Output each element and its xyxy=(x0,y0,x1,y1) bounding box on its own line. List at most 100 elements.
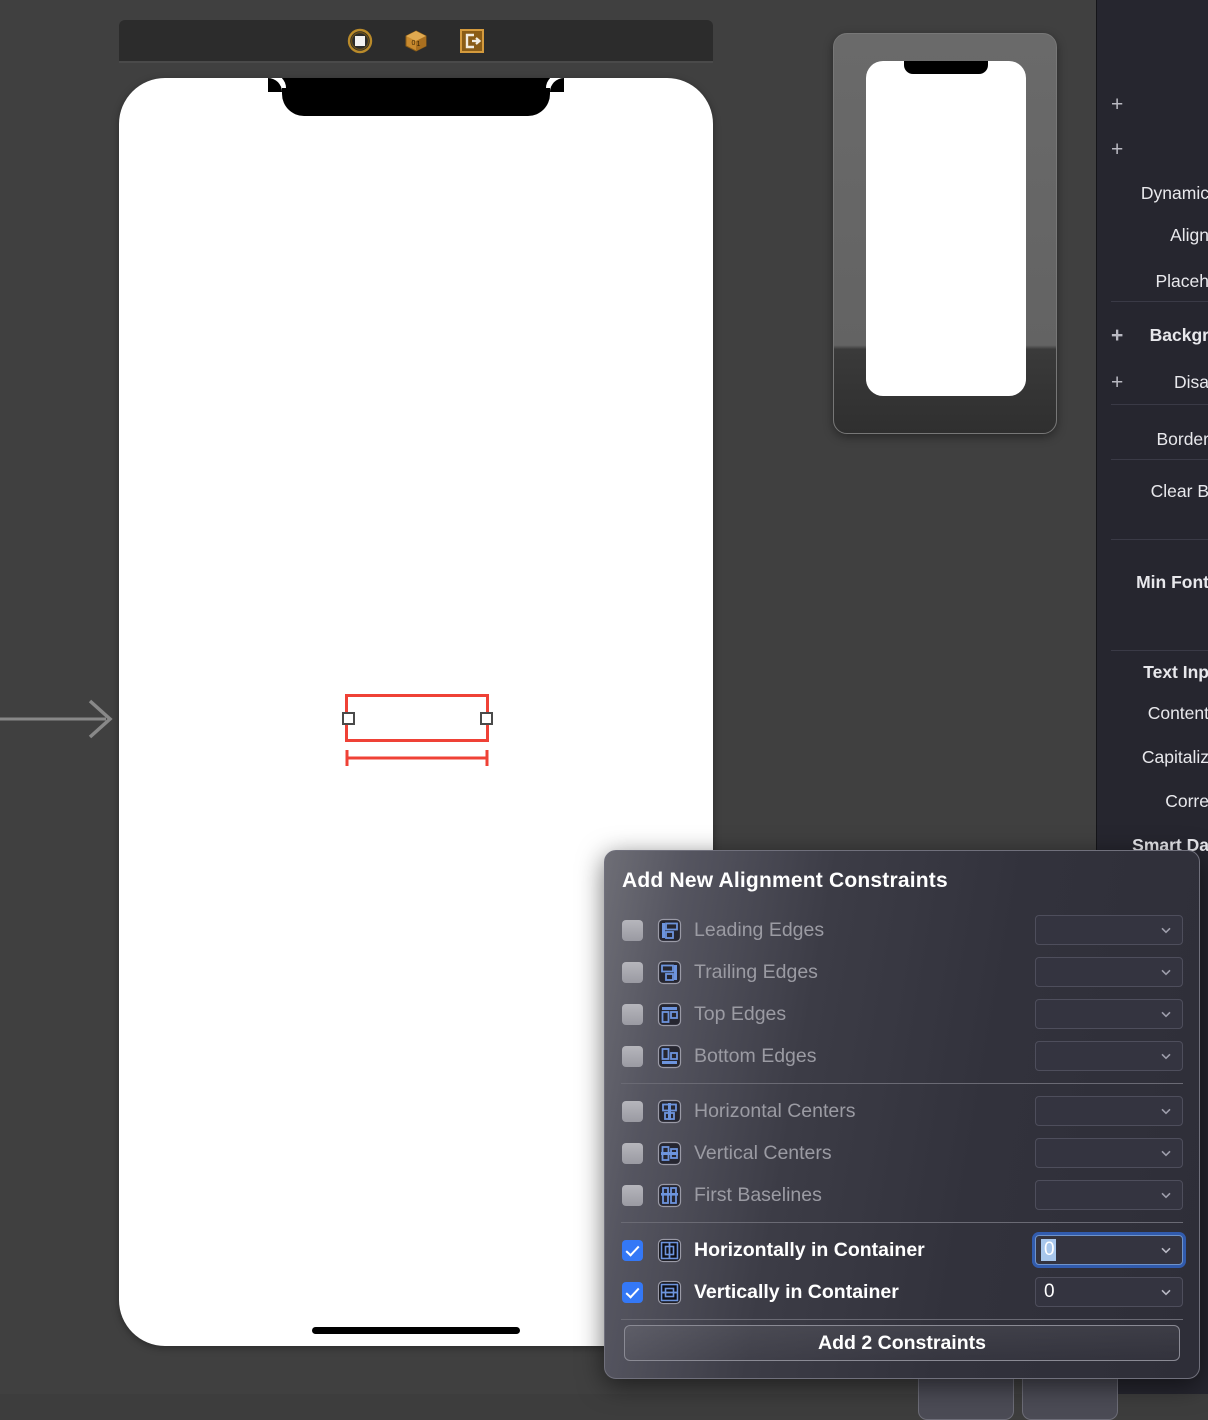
inspector-add-button[interactable]: + xyxy=(1097,93,1208,115)
inspector-row-min-font: Min Font xyxy=(1097,571,1208,593)
inspector-label: Content xyxy=(1147,702,1208,723)
inspector-label: Backgr xyxy=(1149,324,1208,345)
checkbox-horizontally-in-container[interactable] xyxy=(622,1239,643,1261)
checkbox-vertical-centers[interactable] xyxy=(622,1142,643,1164)
selected-view[interactable] xyxy=(341,694,493,742)
constraint-label: Leading Edges xyxy=(694,918,825,941)
chevron-down-icon xyxy=(1161,969,1171,976)
constraint-row-vertically-in-container[interactable]: Vertically in Container 0 xyxy=(605,1271,1199,1313)
constant-field-vertically-in-container[interactable]: 0 xyxy=(1035,1277,1183,1307)
align-vertical-centers-icon xyxy=(657,1141,682,1165)
inspector-row-border: Border xyxy=(1097,428,1208,450)
inspector-row-correction: Corre xyxy=(1097,790,1208,812)
view-controller-icon[interactable] xyxy=(347,28,373,54)
popover-separator xyxy=(621,1222,1183,1223)
chevron-down-icon xyxy=(1161,1108,1171,1115)
checkbox-top-edges[interactable] xyxy=(622,1003,643,1025)
inspector-separator xyxy=(1111,459,1208,460)
inspector-label: Capitaliz xyxy=(1141,746,1208,767)
chevron-down-icon xyxy=(1161,1150,1171,1157)
align-trailing-edges-icon xyxy=(657,960,682,984)
checkbox-trailing-edges[interactable] xyxy=(622,961,643,983)
constant-field-trailing-edges[interactable] xyxy=(1035,957,1183,987)
constraint-label: Top Edges xyxy=(694,1002,787,1025)
inspector-separator xyxy=(1111,404,1208,405)
inspector-row-capitalization: Capitaliz xyxy=(1097,746,1208,768)
add-constraints-button[interactable]: Add 2 Constraints xyxy=(624,1325,1180,1361)
inspector-row-disabled: + Disa xyxy=(1097,371,1208,393)
home-indicator xyxy=(312,1327,520,1334)
device-preview-thumbnail[interactable] xyxy=(833,33,1057,434)
inspector-label: Dynamic xyxy=(1140,182,1208,203)
resize-handle-left[interactable] xyxy=(341,711,355,725)
constraint-label: Trailing Edges xyxy=(694,960,818,983)
checkbox-vertically-in-container[interactable] xyxy=(622,1281,643,1303)
preview-notch xyxy=(904,61,988,74)
constraint-row-top-edges[interactable]: Top Edges xyxy=(605,993,1199,1035)
constant-field-first-baselines[interactable] xyxy=(1035,1180,1183,1210)
chevron-down-icon xyxy=(1161,1247,1171,1254)
inspector-add-button[interactable]: + xyxy=(1097,138,1208,160)
popover-separator xyxy=(621,1083,1183,1084)
inspector-label: Disa xyxy=(1173,371,1208,392)
storyboard-entry-point-arrow xyxy=(0,699,113,739)
constant-field-horizontally-in-container[interactable]: 0 xyxy=(1035,1235,1183,1265)
constant-field-bottom-edges[interactable] xyxy=(1035,1041,1183,1071)
constraint-label: Horizontally in Container xyxy=(694,1238,925,1261)
inspector-label: Text Inp xyxy=(1143,661,1208,682)
constraint-row-first-baselines[interactable]: First Baselines xyxy=(605,1174,1199,1216)
inspector-label: Align xyxy=(1170,224,1208,245)
constraint-row-horizontal-centers[interactable]: Horizontal Centers xyxy=(605,1090,1199,1132)
constraint-label: First Baselines xyxy=(694,1183,822,1206)
chevron-down-icon xyxy=(1161,1192,1171,1199)
width-constraint-indicator[interactable] xyxy=(345,748,489,768)
chevron-down-icon xyxy=(1161,1289,1171,1296)
constant-value: 0 xyxy=(1041,1239,1056,1261)
constant-field-top-edges[interactable] xyxy=(1035,999,1183,1029)
center-horizontally-in-container-icon xyxy=(657,1238,682,1262)
checkbox-bottom-edges[interactable] xyxy=(622,1045,643,1067)
add-new-alignment-constraints-popover[interactable]: Add New Alignment Constraints Leading Ed… xyxy=(604,850,1200,1379)
constant-field-horizontal-centers[interactable] xyxy=(1035,1096,1183,1126)
inspector-row-dynamic: Dynamic xyxy=(1097,182,1208,204)
chevron-down-icon xyxy=(1161,927,1171,934)
svg-text:0: 0 xyxy=(412,40,416,47)
exit-icon[interactable] xyxy=(459,28,485,54)
popover-title: Add New Alignment Constraints xyxy=(622,869,948,892)
inspector-separator xyxy=(1111,650,1208,651)
align-bottom-edges-icon xyxy=(657,1044,682,1068)
align-first-baselines-icon xyxy=(657,1183,682,1207)
svg-text:1: 1 xyxy=(417,41,421,48)
constraint-label: Horizontal Centers xyxy=(694,1099,856,1122)
checkbox-horizontal-centers[interactable] xyxy=(622,1100,643,1122)
device-notch xyxy=(268,78,564,116)
constraint-row-vertical-centers[interactable]: Vertical Centers xyxy=(605,1132,1199,1174)
plus-icon: + xyxy=(1111,137,1124,161)
constant-value: 0 xyxy=(1044,1281,1055,1302)
center-vertically-in-container-icon xyxy=(657,1280,682,1304)
inspector-separator xyxy=(1111,539,1208,540)
plus-icon[interactable]: + xyxy=(1111,325,1123,346)
constraint-row-leading-edges[interactable]: Leading Edges xyxy=(605,909,1199,951)
inspector-label: Clear B xyxy=(1150,480,1208,501)
first-responder-icon[interactable]: 0 1 xyxy=(403,28,429,54)
inspector-label: Border xyxy=(1156,428,1208,449)
inspector-section-text-input: Text Inp xyxy=(1097,661,1208,683)
constraint-row-horizontally-in-container[interactable]: Horizontally in Container 0 xyxy=(605,1229,1199,1271)
resize-handle-right[interactable] xyxy=(479,711,493,725)
constraint-label: Vertically in Container xyxy=(694,1280,899,1303)
preview-screen xyxy=(866,61,1026,396)
inspector-separator xyxy=(1111,301,1208,302)
constraint-row-trailing-edges[interactable]: Trailing Edges xyxy=(605,951,1199,993)
checkbox-first-baselines[interactable] xyxy=(622,1184,643,1206)
checkbox-leading-edges[interactable] xyxy=(622,919,643,941)
inspector-label: Min Font xyxy=(1136,571,1208,592)
constraint-row-bottom-edges[interactable]: Bottom Edges xyxy=(605,1035,1199,1077)
inspector-label: Placeh xyxy=(1155,270,1208,291)
constant-field-vertical-centers[interactable] xyxy=(1035,1138,1183,1168)
plus-icon[interactable]: + xyxy=(1111,372,1123,393)
constant-field-leading-edges[interactable] xyxy=(1035,915,1183,945)
scene-dock-toolbar[interactable]: 0 1 xyxy=(119,20,713,63)
inspector-row-content-type: Content xyxy=(1097,702,1208,724)
chevron-down-icon xyxy=(1161,1011,1171,1018)
